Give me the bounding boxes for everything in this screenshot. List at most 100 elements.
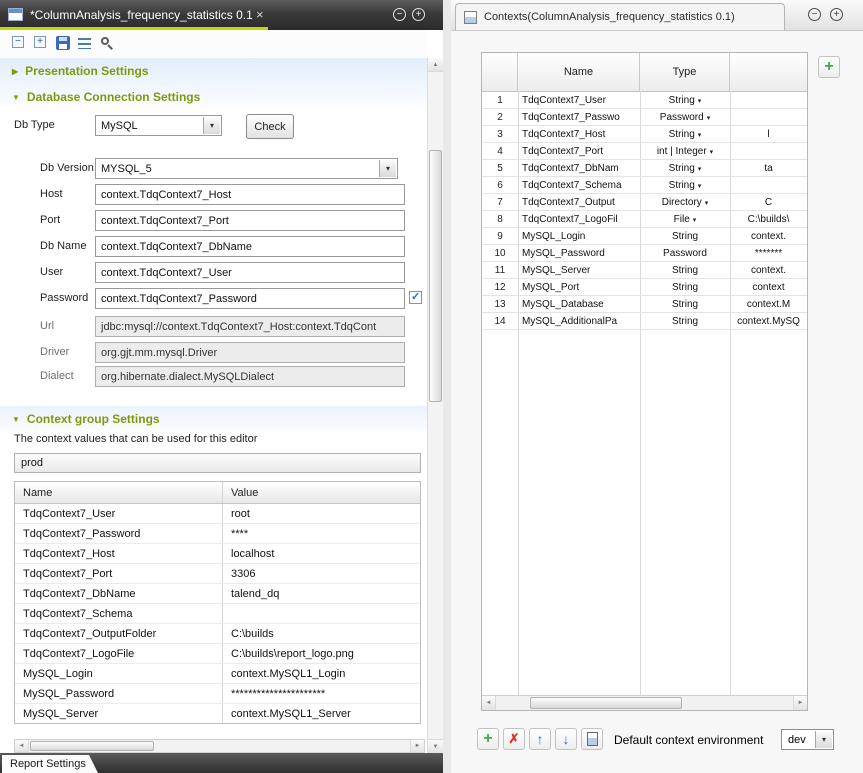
context-row[interactable]: 13MySQL_DatabaseStringcontext.M [482, 296, 807, 313]
table-row[interactable]: TdqContext7_OutputFolderC:\builds [15, 624, 420, 644]
section-context-group-settings[interactable]: Context group Settings [0, 408, 427, 430]
environment-select[interactable]: dev [781, 729, 834, 750]
context-row[interactable]: 11MySQL_ServerStringcontext. [482, 262, 807, 279]
move-up-button[interactable] [529, 728, 551, 750]
horizontal-scrollbar[interactable] [14, 739, 425, 753]
copy-context-button[interactable] [581, 728, 603, 750]
dialect-input: org.hibernate.dialect.MySQLDialect [95, 366, 405, 387]
name-column-header: Name [518, 53, 640, 91]
driver-label: Driver [40, 346, 69, 358]
scroll-left-icon[interactable] [15, 740, 29, 752]
db-version-select[interactable]: MYSQL_5 [95, 158, 398, 179]
context-group-description: The context values that can be used for … [14, 433, 257, 445]
check-connection-button[interactable]: Check [246, 114, 294, 139]
delete-button[interactable] [503, 728, 525, 750]
password-checkbox[interactable] [409, 291, 422, 304]
table-header-row: Name Value [15, 482, 420, 504]
scrollbar-thumb[interactable] [30, 741, 154, 751]
contexts-icon [464, 11, 477, 24]
table-row[interactable]: MySQL_Password********************** [15, 684, 420, 704]
scrollbar-thumb[interactable] [429, 150, 442, 402]
context-row[interactable]: 2TdqContext7_PasswoPassword [482, 109, 807, 126]
editor-title-bar: *ColumnAnalysis_frequency_statistics 0.1… [0, 0, 443, 30]
user-input[interactable]: context.TdqContext7_User [95, 262, 405, 283]
context-row[interactable]: 8TdqContext7_LogoFilFileC:\builds\ [482, 211, 807, 228]
section-expanded-icon [12, 93, 20, 102]
contexts-tab-title: Contexts(ColumnAnalysis_frequency_statis… [484, 11, 735, 23]
table-row[interactable]: TdqContext7_Port3306 [15, 564, 420, 584]
type-dropdown-icon [707, 146, 714, 157]
value-column-header [730, 53, 807, 91]
context-row[interactable]: 12MySQL_PortStringcontext [482, 279, 807, 296]
context-row[interactable]: 10MySQL_PasswordPassword******* [482, 245, 807, 262]
table-row[interactable]: TdqContext7_DbNametalend_dq [15, 584, 420, 604]
url-label: Url [40, 320, 54, 332]
analysis-editor-panel: *ColumnAnalysis_frequency_statistics 0.1… [0, 0, 443, 773]
dbname-input[interactable]: context.TdqContext7_DbName [95, 236, 405, 257]
password-label: Password [40, 292, 88, 304]
editor-tab-title: *ColumnAnalysis_frequency_statistics 0.1 [30, 8, 253, 22]
port-input[interactable]: context.TdqContext7_Port [95, 210, 405, 231]
row-number-column-header [482, 53, 518, 91]
type-dropdown-icon [690, 214, 697, 225]
password-input[interactable]: context.TdqContext7_Password [95, 288, 405, 309]
save-icon[interactable] [56, 36, 73, 52]
db-type-select[interactable]: MySQL [95, 115, 222, 136]
expand-all-icon[interactable]: + [34, 36, 51, 52]
maximize-icon[interactable]: + [830, 8, 843, 21]
table-row[interactable]: TdqContext7_Password**** [15, 524, 420, 544]
editor-tab-close-icon[interactable]: × [256, 7, 264, 22]
context-row[interactable]: 1TdqContext7_UserString [482, 92, 807, 109]
context-row[interactable]: 3TdqContext7_HostStringl [482, 126, 807, 143]
zoom-icon[interactable] [100, 36, 117, 52]
app-window: *ColumnAnalysis_frequency_statistics 0.1… [0, 0, 863, 773]
chevron-down-icon [203, 117, 220, 134]
move-down-button[interactable] [555, 728, 577, 750]
scroll-right-icon[interactable] [410, 740, 424, 752]
url-input: jdbc:mysql://context.TdqContext7_Host:co… [95, 316, 405, 337]
vertical-scrollbar[interactable] [427, 58, 443, 753]
table-row[interactable]: TdqContext7_Schema [15, 604, 420, 624]
context-values-table: Name Value TdqContext7_Userroot TdqConte… [14, 481, 421, 724]
type-dropdown-icon [702, 197, 709, 208]
section-database-connection-settings[interactable]: Database Connection Settings [0, 86, 427, 108]
table-row[interactable]: TdqContext7_Hostlocalhost [15, 544, 420, 564]
context-row[interactable]: 5TdqContext7_DbNamStringta [482, 160, 807, 177]
tab-report-settings[interactable]: Report Settings [2, 755, 98, 773]
generate-report-icon[interactable] [78, 36, 95, 52]
context-row[interactable]: 9MySQL_LoginStringcontext. [482, 228, 807, 245]
context-group-select[interactable]: prod [14, 453, 421, 473]
scroll-up-icon[interactable] [428, 58, 443, 72]
minimize-icon[interactable]: − [393, 8, 406, 21]
minimize-icon[interactable]: − [808, 8, 821, 21]
scroll-down-icon[interactable] [428, 739, 443, 753]
collapse-all-icon[interactable]: − [12, 36, 29, 52]
add-button[interactable] [477, 728, 499, 750]
add-context-variable-button[interactable] [818, 56, 840, 78]
table-row[interactable]: MySQL_Logincontext.MySQL1_Login [15, 664, 420, 684]
section-presentation-settings[interactable]: Presentation Settings [0, 60, 427, 82]
dialect-label: Dialect [40, 370, 74, 382]
name-column-header: Name [15, 482, 223, 503]
scrollbar-thumb[interactable] [530, 697, 682, 709]
context-row[interactable]: 4TdqContext7_Portint | Integer [482, 143, 807, 160]
context-row[interactable]: 14MySQL_AdditionalPaStringcontext.MySQ [482, 313, 807, 330]
host-input[interactable]: context.TdqContext7_Host [95, 184, 405, 205]
table-row[interactable]: TdqContext7_LogoFileC:\builds\report_log… [15, 644, 420, 664]
dbname-label: Db Name [40, 240, 86, 252]
context-row[interactable]: 6TdqContext7_SchemaString [482, 177, 807, 194]
table-row[interactable]: TdqContext7_Userroot [15, 504, 420, 524]
section-label: Presentation Settings [25, 64, 148, 78]
section-expanded-icon [12, 415, 20, 424]
type-dropdown-icon [704, 112, 711, 123]
horizontal-scrollbar[interactable] [482, 695, 807, 710]
table-row[interactable]: MySQL_Servercontext.MySQL1_Server [15, 704, 420, 723]
chevron-down-icon [379, 160, 396, 177]
scroll-left-icon[interactable] [482, 696, 496, 710]
tab-contexts[interactable]: Contexts(ColumnAnalysis_frequency_statis… [455, 3, 785, 30]
host-label: Host [40, 188, 63, 200]
scroll-right-icon[interactable] [793, 696, 807, 710]
context-row[interactable]: 7TdqContext7_OutputDirectoryC [482, 194, 807, 211]
maximize-icon[interactable]: + [412, 8, 425, 21]
type-column-header: Type [640, 53, 730, 91]
